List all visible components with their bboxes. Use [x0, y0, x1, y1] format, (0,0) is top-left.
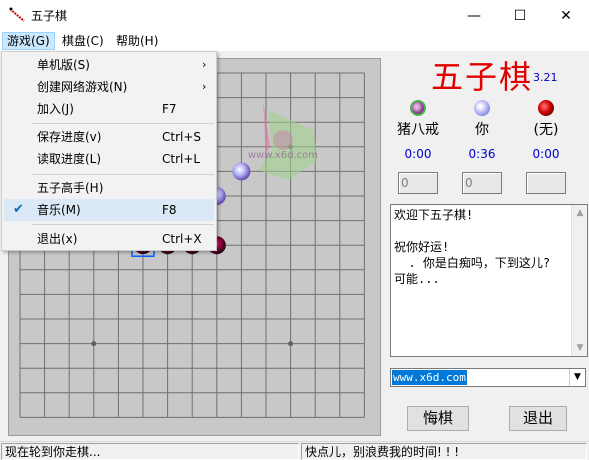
- menu-item-shortcut: F7: [162, 102, 177, 116]
- menu-separator: [32, 174, 214, 175]
- menu-item[interactable]: 读取进度(L) Ctrl+L: [4, 148, 214, 170]
- scroll-up-icon[interactable]: ▲: [572, 205, 588, 221]
- menu-item[interactable]: ✔ 音乐(M) F8: [4, 199, 214, 221]
- score-field-2: 0: [462, 172, 502, 194]
- menu-item-shortcut: F8: [162, 203, 177, 217]
- status-left: 现在轮到你走棋...: [1, 443, 299, 460]
- app-icon: [9, 7, 25, 22]
- url-value[interactable]: www.x6d.com: [392, 370, 467, 385]
- game-title: 五子棋: [431, 58, 534, 96]
- menu-board[interactable]: 棋盘(C): [58, 32, 108, 50]
- menu-item[interactable]: 退出(x) Ctrl+X: [4, 228, 214, 250]
- game-menu-dropdown: 单机版(S) › 创建网络游戏(N) › 加入(J) F7 保存进度(v) Ctrl+S 读取进…: [1, 51, 217, 251]
- menu-item[interactable]: 单机版(S) ›: [4, 54, 214, 76]
- submenu-arrow-icon: ›: [202, 80, 207, 93]
- chat-box[interactable]: 欢迎下五子棋! 祝你好运! . 你是白痴吗，下到这儿? 可能... ▲ ▼: [390, 204, 588, 357]
- menu-item[interactable]: 加入(J) F7: [4, 98, 214, 120]
- status-right: 快点儿，别浪费我的时间! ! !: [301, 443, 587, 460]
- menu-item[interactable]: 创建网络游戏(N) ›: [4, 76, 214, 98]
- menu-item-shortcut: Ctrl+X: [162, 232, 202, 246]
- chat-text: 欢迎下五子棋! 祝你好运! . 你是白痴吗，下到这儿? 可能...: [394, 208, 551, 286]
- player-1: 猪八戒 0:00: [388, 98, 448, 162]
- score-field-3: [526, 172, 566, 194]
- player-time: 0:00: [404, 147, 432, 161]
- player-name: (无): [533, 122, 559, 138]
- submenu-arrow-icon: ›: [202, 58, 207, 71]
- menu-item-label: 保存进度(v): [37, 130, 102, 144]
- stone-icon: [410, 100, 426, 116]
- watermark-text: www.x6d.com: [248, 150, 318, 161]
- scroll-down-icon[interactable]: ▼: [572, 340, 588, 356]
- player-name: 猪八戒: [397, 122, 439, 138]
- url-combo[interactable]: www.x6d.com ▼: [390, 368, 586, 387]
- title-bar: 五子棋 — ☐ ✕: [0, 0, 589, 31]
- player-name: 你: [475, 122, 489, 138]
- close-button[interactable]: ✕: [543, 0, 589, 31]
- watermark-logo: www.x6d.com: [248, 100, 318, 180]
- status-bar: 现在轮到你走棋... 快点儿，别浪费我的时间! ! !: [0, 441, 589, 460]
- window-title: 五子棋: [31, 9, 68, 23]
- star-point: [91, 341, 97, 347]
- menu-separator: [32, 123, 214, 124]
- score-field-1: 0: [398, 172, 438, 194]
- menu-item-shortcut: Ctrl+L: [162, 152, 201, 166]
- player-time: 0:00: [532, 147, 560, 161]
- menu-item[interactable]: 保存进度(v) Ctrl+S: [4, 126, 214, 148]
- maximize-button[interactable]: ☐: [497, 0, 543, 31]
- menu-item-label: 退出(x): [37, 232, 78, 246]
- quit-button[interactable]: 退出: [509, 406, 567, 431]
- chevron-down-icon[interactable]: ▼: [569, 369, 585, 386]
- menu-help[interactable]: 帮助(H): [112, 32, 162, 50]
- menu-item-label: 五子高手(H): [37, 181, 104, 195]
- minimize-button[interactable]: —: [451, 0, 497, 31]
- menu-item-shortcut: Ctrl+S: [162, 130, 202, 144]
- menu-item-label: 创建网络游戏(N): [37, 80, 128, 94]
- player-3: (无) 0:00: [516, 98, 576, 162]
- player-time: 0:36: [468, 147, 496, 161]
- stone-icon: [538, 100, 554, 116]
- undo-button[interactable]: 悔棋: [407, 406, 469, 431]
- checkmark-icon: ✔: [13, 202, 24, 217]
- menu-item-label: 读取进度(L): [37, 152, 102, 166]
- stone-icon: [474, 100, 490, 116]
- menu-separator: [32, 224, 214, 225]
- chat-scrollbar[interactable]: ▲ ▼: [571, 205, 587, 356]
- menu-item-label: 单机版(S): [37, 58, 90, 72]
- menu-item[interactable]: 五子高手(H): [4, 177, 214, 199]
- menu-game[interactable]: 游戏(G): [2, 32, 55, 50]
- player-2: 你 0:36: [452, 98, 512, 162]
- menu-bar: 游戏(G) 棋盘(C) 帮助(H): [0, 31, 589, 51]
- version-label: 3.21: [533, 71, 558, 84]
- menu-item-label: 音乐(M): [37, 203, 81, 217]
- menu-item-label: 加入(J): [37, 102, 74, 116]
- star-point: [288, 341, 294, 347]
